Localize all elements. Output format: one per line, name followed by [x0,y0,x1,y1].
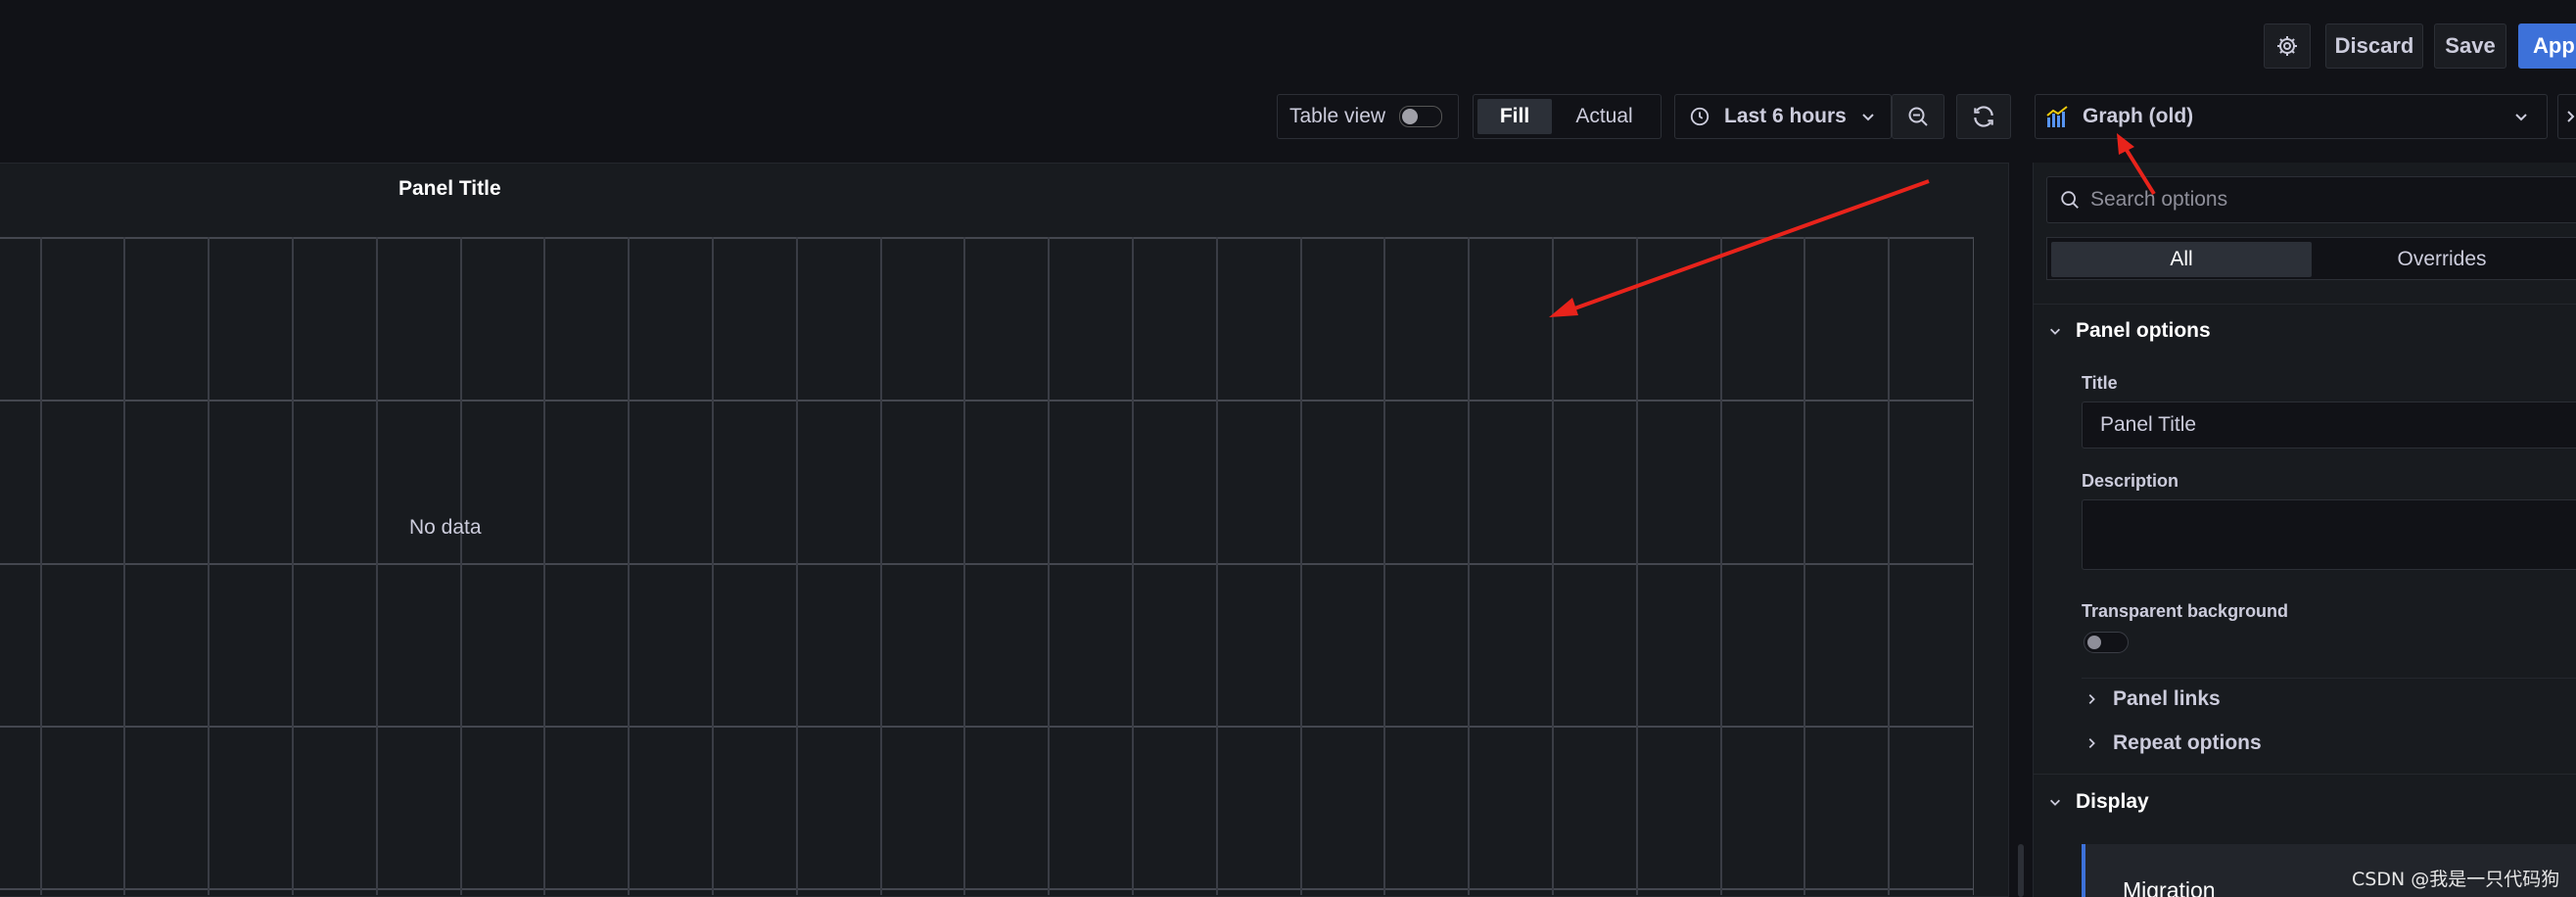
annotation-arrow-to-visualization [2117,133,2156,196]
annotation-arrow-to-graph [1549,179,1930,317]
annotation-arrows [1549,133,2156,317]
